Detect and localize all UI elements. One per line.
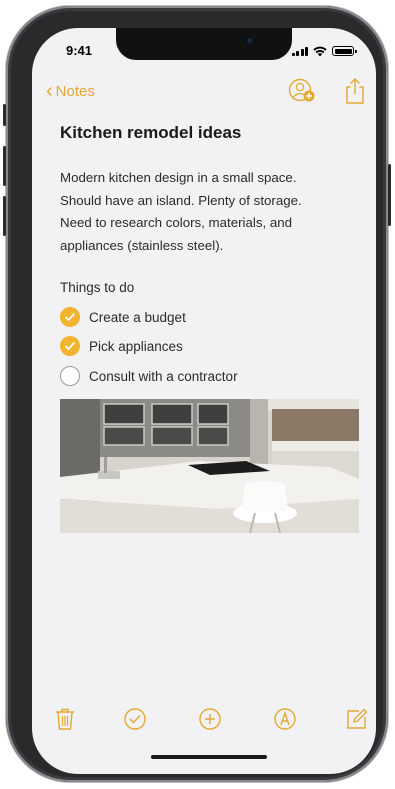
front-camera bbox=[245, 36, 254, 45]
note-body-line: Should have an island. Plenty of storage… bbox=[60, 192, 302, 208]
checklist-item-label: Consult with a contractor bbox=[89, 368, 238, 384]
checklist-item-label: Create a budget bbox=[89, 309, 186, 325]
home-indicator[interactable] bbox=[151, 755, 267, 759]
status-indicators bbox=[291, 45, 357, 57]
phone-frame: 9:41 ‹ Notes Kitchen remodel ideas Moder… bbox=[3, 6, 391, 782]
volume-down-button bbox=[3, 196, 6, 236]
chevron-left-icon: ‹ bbox=[46, 80, 53, 102]
note-body-line: Need to research colors, materials, and bbox=[60, 215, 293, 230]
empty-circle-icon[interactable] bbox=[60, 366, 80, 386]
back-button[interactable]: ‹ Notes bbox=[46, 81, 95, 101]
note-body-line: appliances (stainless steel). bbox=[60, 237, 224, 253]
power-button bbox=[388, 164, 391, 226]
checklist-item-label: Pick appliances bbox=[89, 338, 183, 354]
checklist-item[interactable]: Consult with a contractor bbox=[60, 366, 238, 386]
add-icon[interactable] bbox=[198, 707, 222, 731]
screen: 9:41 ‹ Notes Kitchen remodel ideas Moder… bbox=[32, 28, 376, 774]
status-time: 9:41 bbox=[66, 43, 93, 58]
battery-icon bbox=[332, 46, 357, 56]
share-icon[interactable] bbox=[344, 77, 366, 105]
notch bbox=[116, 28, 292, 60]
checklist-icon[interactable] bbox=[123, 707, 147, 731]
compose-icon[interactable] bbox=[345, 707, 369, 731]
volume-up-button bbox=[3, 146, 6, 186]
note-body[interactable]: Modern kitchen design in a small space. … bbox=[60, 167, 360, 257]
checkmark-circle-icon[interactable] bbox=[60, 307, 80, 327]
checklist-item[interactable]: Create a budget bbox=[60, 307, 186, 327]
checklist-item[interactable]: Pick appliances bbox=[60, 336, 183, 356]
back-label: Notes bbox=[55, 82, 95, 100]
note-body-line: Modern kitchen design in a small space. bbox=[60, 170, 297, 185]
checklist-heading: Things to do bbox=[60, 280, 135, 295]
trash-icon[interactable] bbox=[54, 707, 76, 731]
kitchen-photo[interactable] bbox=[60, 399, 359, 533]
note-title[interactable]: Kitchen remodel ideas bbox=[60, 123, 241, 143]
wifi-icon bbox=[313, 46, 327, 56]
checkmark-circle-icon[interactable] bbox=[60, 336, 80, 356]
signal-icon bbox=[291, 46, 308, 56]
add-people-icon[interactable] bbox=[288, 77, 318, 105]
mute-switch bbox=[3, 104, 6, 126]
markup-icon[interactable] bbox=[273, 707, 297, 731]
